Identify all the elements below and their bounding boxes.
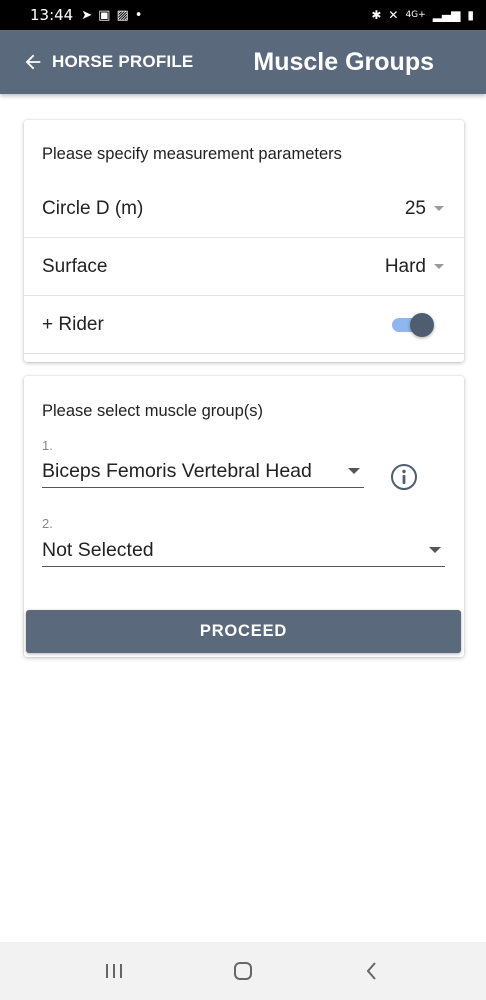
- home-icon: [233, 962, 252, 980]
- network-type: 4G+: [405, 10, 426, 20]
- home-button[interactable]: [223, 951, 263, 991]
- chevron-down-icon: [429, 547, 441, 553]
- info-icon[interactable]: [390, 463, 418, 491]
- recent-apps-icon: [106, 964, 123, 978]
- battery-icon: ▮: [467, 8, 474, 22]
- muscle-group-value-1: Biceps Femoris Vertebral Head: [42, 460, 312, 482]
- circle-dropdown[interactable]: 25: [405, 198, 444, 220]
- muscle-group-select-1[interactable]: Biceps Femoris Vertebral Head: [42, 456, 364, 488]
- back-nav-button[interactable]: [352, 951, 392, 991]
- field-number-2: 2.: [42, 516, 53, 531]
- chevron-down-icon: [434, 206, 444, 211]
- signal-icon: ▂▄▆: [432, 8, 461, 22]
- toggle-thumb: [410, 312, 434, 337]
- muscle-group-select-2[interactable]: Not Selected: [42, 535, 445, 567]
- chevron-left-icon: [366, 962, 376, 980]
- mute-icon: ✕: [388, 8, 399, 22]
- back-button[interactable]: HORSE PROFILE: [0, 30, 193, 94]
- rider-toggle[interactable]: [392, 312, 434, 337]
- surface-value: Hard: [384, 255, 426, 277]
- notification-icon: ▣: [98, 7, 111, 23]
- status-bar: 13:44 ➤ ▣ ▨ • ✱ ✕ 4G+ ▂▄▆ ▮: [0, 0, 486, 30]
- circle-value: 25: [404, 197, 426, 219]
- back-label: HORSE PROFILE: [52, 52, 194, 71]
- recent-apps-button[interactable]: [94, 951, 134, 991]
- surface-dropdown[interactable]: Hard: [385, 256, 444, 278]
- arrow-left-icon: [25, 54, 41, 70]
- muscle-heading: Please select muscle group(s): [42, 402, 264, 420]
- gallery-icon: ▨: [116, 7, 129, 23]
- parameters-heading: Please specify measurement parameters: [42, 145, 342, 163]
- page-title: Muscle Groups: [253, 47, 434, 76]
- rider-label: + Rider: [42, 313, 104, 335]
- measurement-parameters-card: Please specify measurement parameters Ci…: [24, 120, 464, 362]
- telegram-icon: ➤: [81, 7, 93, 23]
- surface-label: Surface: [42, 255, 108, 277]
- proceed-button[interactable]: PROCEED: [26, 610, 461, 653]
- chevron-down-icon: [434, 264, 444, 269]
- bluetooth-icon: ✱: [371, 8, 382, 22]
- chevron-down-icon: [348, 468, 360, 474]
- muscle-group-value-2: Not Selected: [42, 539, 154, 561]
- field-number-1: 1.: [42, 438, 53, 453]
- muscle-groups-card: Please select muscle group(s) 1. Biceps …: [24, 376, 464, 657]
- circle-row: Circle D (m) 25: [24, 180, 464, 238]
- dot-icon: •: [134, 7, 143, 23]
- rider-row: + Rider: [24, 296, 464, 354]
- surface-row: Surface Hard: [24, 238, 464, 296]
- status-time: 13:44: [30, 6, 74, 24]
- circle-label: Circle D (m): [42, 197, 144, 219]
- system-nav-bar: [0, 942, 486, 1000]
- app-bar: HORSE PROFILE Muscle Groups: [0, 30, 486, 94]
